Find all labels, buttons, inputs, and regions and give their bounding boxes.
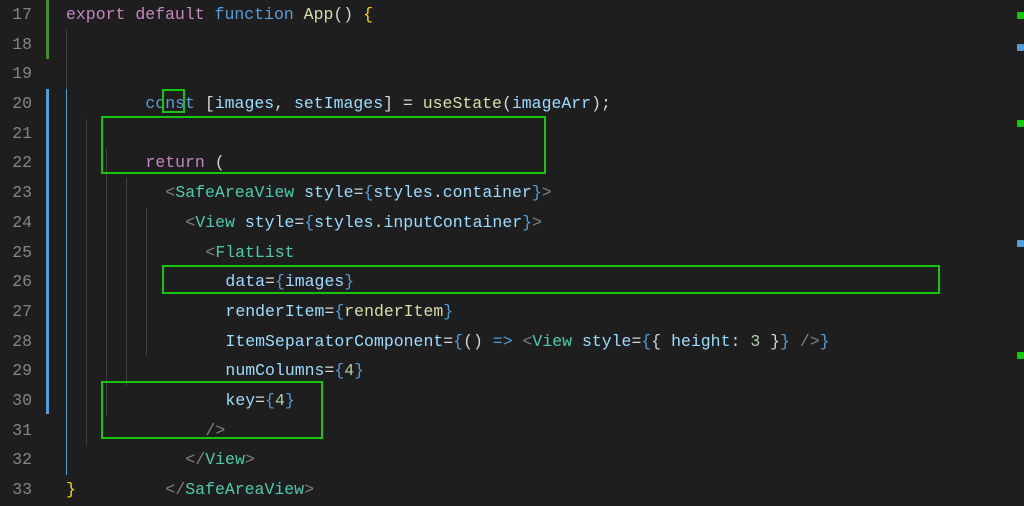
code-line[interactable]: <SafeAreaView style={styles.container}> [46,119,1024,149]
minimap-marker [1017,12,1024,19]
code-line[interactable]: <FlatList [46,178,1024,208]
code-line[interactable]: numColumns={4} [46,297,1024,327]
line-number-gutter: 17 18 19 20 21 22 23 24 25 26 27 28 29 3… [0,0,46,506]
code-line[interactable]: key={4} [46,327,1024,357]
code-line[interactable] [46,59,1024,89]
code-line[interactable]: const [images, setImages] = useState(ima… [46,30,1024,60]
code-editor[interactable]: 17 18 19 20 21 22 23 24 25 26 27 28 29 3… [0,0,1024,506]
line-number: 28 [0,327,32,357]
line-number: 20 [0,89,32,119]
line-number: 23 [0,178,32,208]
line-number: 30 [0,386,32,416]
minimap[interactable] [1010,0,1024,506]
minimap-marker [1017,120,1024,127]
minimap-marker [1017,44,1024,51]
line-number: 33 [0,475,32,505]
code-line[interactable]: /> [46,356,1024,386]
minimap-marker [1017,240,1024,247]
line-number: 17 [0,0,32,30]
code-line[interactable]: return ( [46,89,1024,119]
line-number: 24 [0,208,32,238]
line-number: 22 [0,148,32,178]
code-line[interactable]: ) [46,445,1024,475]
code-line[interactable]: renderItem={renderItem} [46,238,1024,268]
code-area[interactable]: export default function App() { const [i… [46,0,1024,506]
line-number: 29 [0,356,32,386]
line-number: 21 [0,119,32,149]
line-number: 18 [0,30,32,60]
code-line[interactable]: data={images} [46,208,1024,238]
code-line[interactable]: export default function App() { [46,0,1024,30]
line-number: 31 [0,416,32,446]
line-number: 26 [0,267,32,297]
code-line[interactable]: </View> [46,386,1024,416]
line-number: 27 [0,297,32,327]
line-number: 19 [0,59,32,89]
code-line[interactable]: ItemSeparatorComponent={() => <View styl… [46,267,1024,297]
code-line[interactable]: } [46,475,1024,505]
line-number: 32 [0,445,32,475]
minimap-marker [1017,352,1024,359]
code-line[interactable]: <View style={styles.inputContainer}> [46,148,1024,178]
code-line[interactable]: </SafeAreaView> [46,416,1024,446]
line-number: 25 [0,238,32,268]
